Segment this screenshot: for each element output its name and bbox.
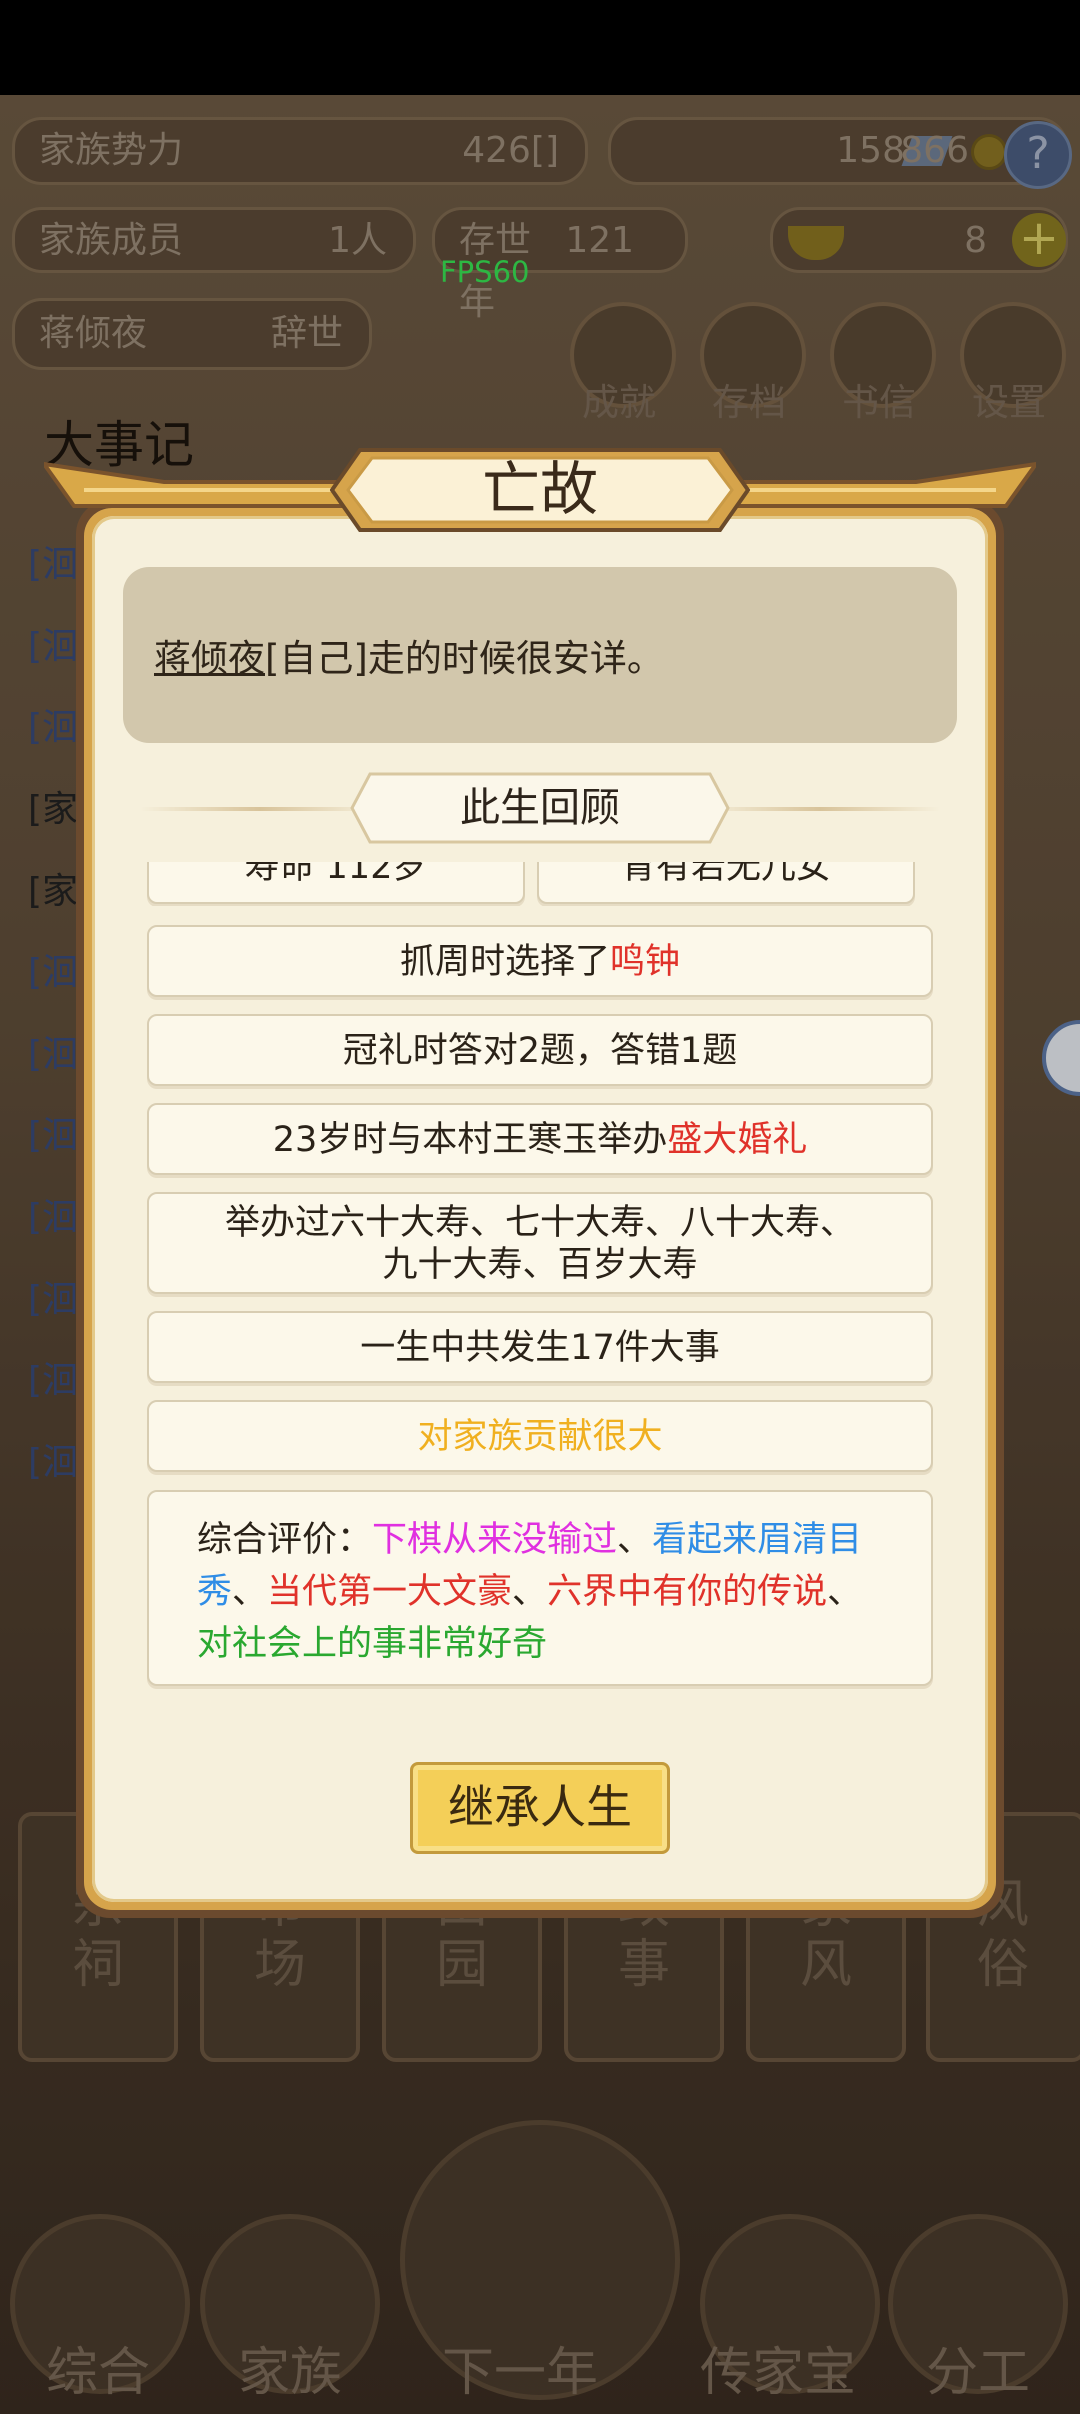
wedding-row: 23岁时与本村王寒玉举办盛大婚礼 [147,1103,933,1175]
events-row: 一生中共发生17件大事 [147,1311,933,1383]
status-bar [0,0,1080,95]
birthday-row: 举办过六十大寿、七十大寿、八十大寿、 九十大寿、百岁大寿 [147,1192,933,1294]
death-message-text: [自己]走的时候很安详。 [265,637,664,680]
coming-of-age-row: 冠礼时答对2题，答错1题 [147,1014,933,1086]
inherit-life-button[interactable]: 继承人生 [410,1762,670,1854]
death-message: 蒋倾夜[自己]走的时候很安详。 [154,628,664,682]
contribution-row: 对家族贡献很大 [147,1400,933,1472]
zhuazhou-row: 抓周时选择了鸣钟 [147,925,933,997]
dialog-title: 亡故 [481,455,598,523]
section-divider-left [140,807,380,811]
wedding-highlight: 盛大婚礼 [667,1120,808,1160]
life-review-title: 此生回顾 [460,785,620,831]
overall-evaluation: 综合评价：下棋从来没输过、看起来眉清目秀、当代第一大文豪、六界中有你的传说、对社… [147,1490,933,1686]
children-row: 育有若无儿女 [537,862,915,904]
zhuazhou-item: 鸣钟 [610,942,681,982]
deceased-name-link[interactable]: 蒋倾夜 [154,637,265,680]
section-divider-right [700,807,940,811]
scroll-clip-top: 寿命 112岁 育有若无儿女 [140,862,940,906]
lifespan-row: 寿命 112岁 [147,862,525,904]
